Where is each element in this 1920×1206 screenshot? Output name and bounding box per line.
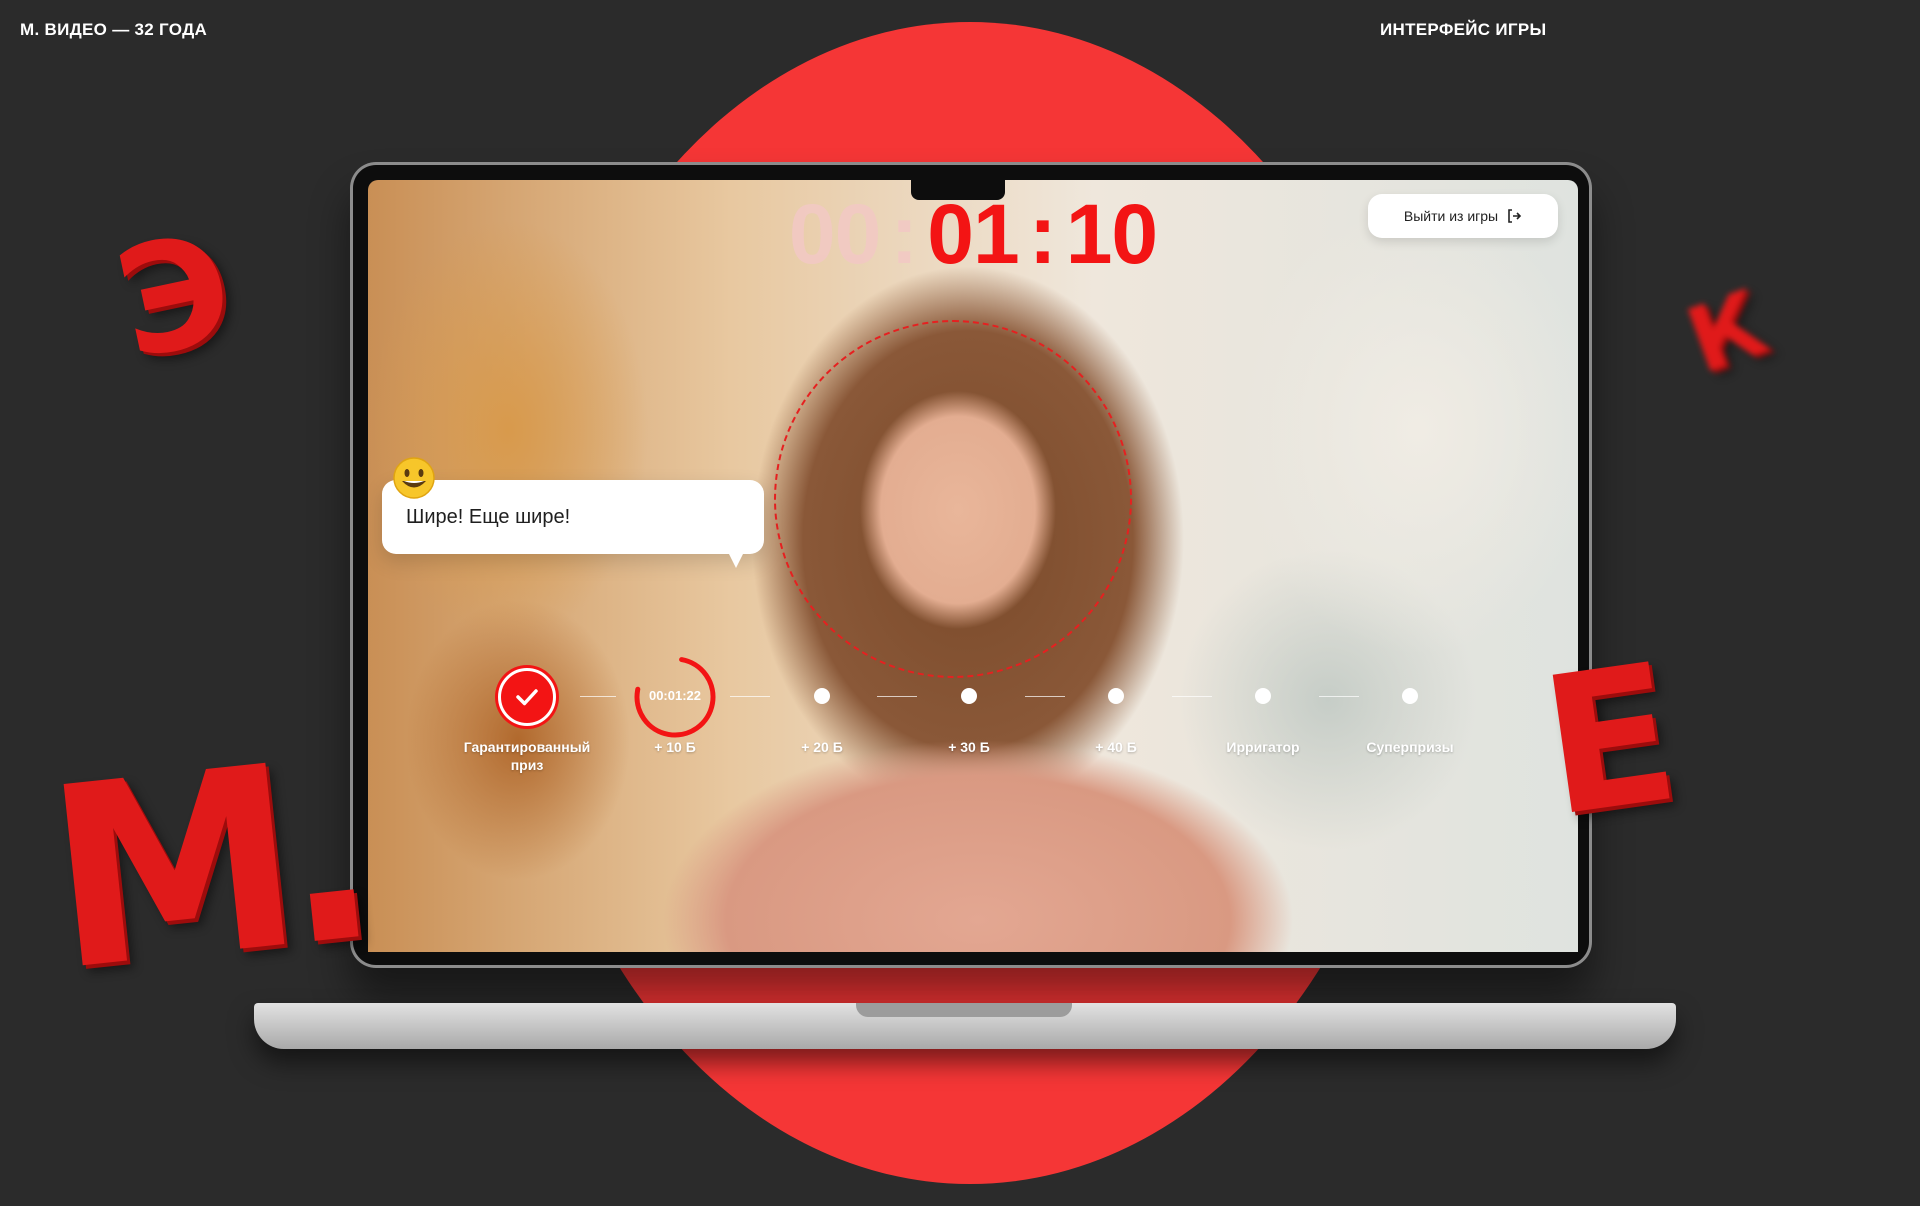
decor-logo-m: М.: [35, 704, 373, 1027]
exit-icon: [1508, 209, 1522, 223]
prize-progress: Гарантированный приз 00:01:22 + 10 Б + 2…: [368, 656, 1578, 820]
decor-letter-k-right: К: [1674, 270, 1780, 395]
hint-bubble: Шире! Еще шире!: [382, 480, 764, 568]
section-title: ИНТЕРФЕЙС ИГРЫ: [1380, 20, 1547, 39]
step-label: + 10 Б: [654, 739, 696, 755]
step-dot: [1255, 688, 1271, 704]
step-dot: [1402, 688, 1418, 704]
progress-connector: [1025, 696, 1065, 697]
decor-letter-e-left: Э: [103, 200, 247, 394]
game-screen: 00:01:10 Выйти из игры Шире! Еще шире! Г…: [368, 180, 1578, 952]
timer-minutes: 01: [927, 187, 1019, 281]
check-icon: [498, 668, 556, 726]
camera-notch: [911, 180, 1005, 200]
step-label: Суперпризы: [1366, 739, 1454, 755]
timer-separator: :: [1028, 187, 1057, 281]
laptop-base: [254, 1003, 1676, 1049]
progress-connector: [877, 696, 917, 697]
step-label: + 30 Б: [948, 739, 990, 755]
step-label: Гарантированный приз: [463, 739, 591, 774]
exit-game-button[interactable]: Выйти из игры: [1368, 194, 1558, 238]
step-label: + 40 Б: [1095, 739, 1137, 755]
step-dot: [1108, 688, 1124, 704]
step-label: + 20 Б: [801, 739, 843, 755]
progress-connector: [1172, 696, 1212, 697]
step-label: Ирригатор: [1226, 739, 1300, 755]
progress-connector: [1319, 696, 1359, 697]
exit-button-label: Выйти из игры: [1403, 208, 1499, 224]
step-dot: [814, 688, 830, 704]
step-dot: [961, 688, 977, 704]
timer-seconds: 10: [1065, 187, 1158, 281]
hint-text: Шире! Еще шире!: [406, 505, 571, 528]
smile-emoji-icon: [392, 456, 436, 500]
step-time: 00:01:22: [648, 688, 702, 703]
brand-title: М. ВИДЕО — 32 ГОДА: [20, 20, 208, 39]
timer-separator: :: [890, 187, 918, 281]
bubble-tail: [728, 552, 744, 568]
timer-hours: 00: [788, 187, 881, 281]
face-target-ring: [774, 320, 1132, 678]
laptop-base-notch: [856, 1003, 1072, 1017]
